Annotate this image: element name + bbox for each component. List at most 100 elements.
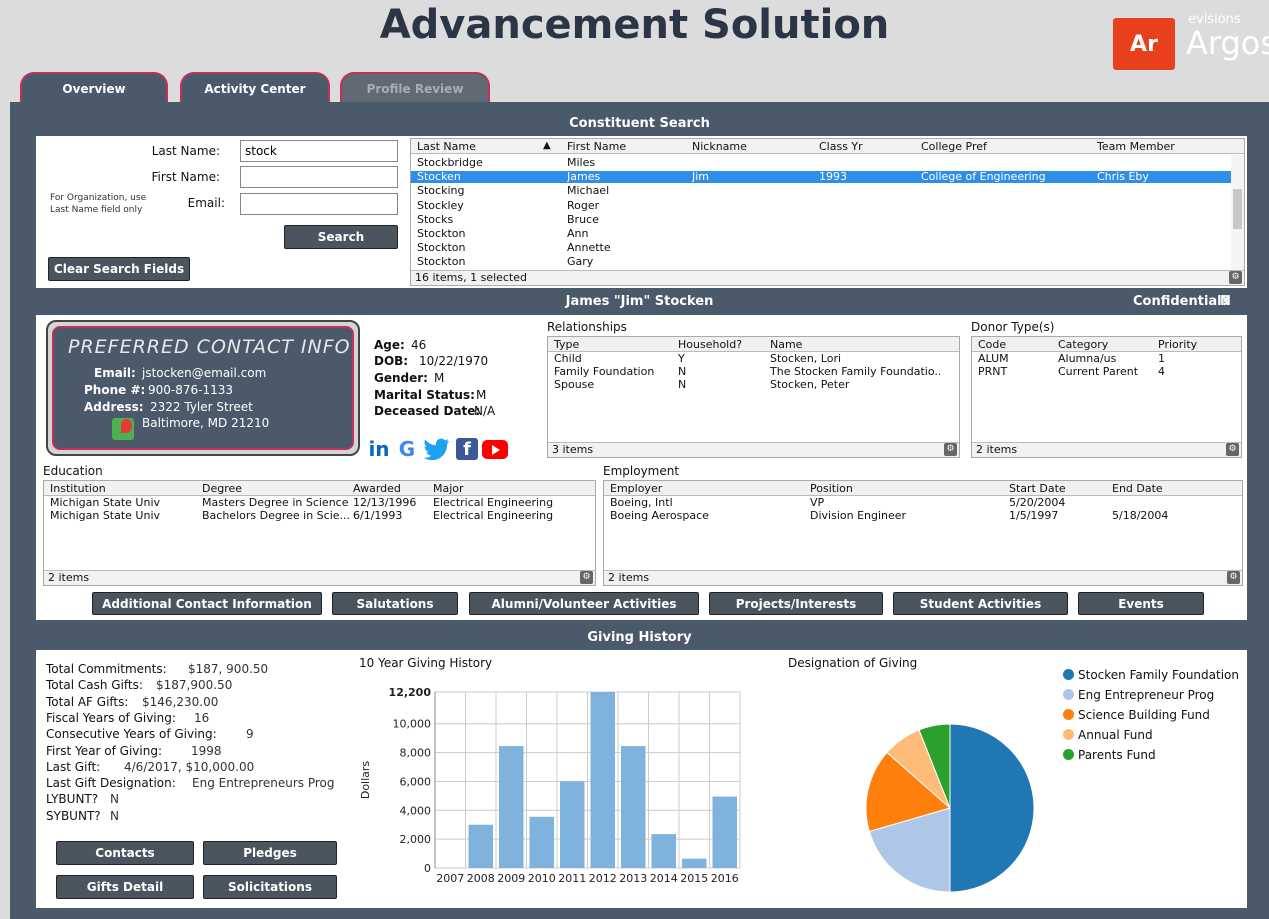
bar-2015[interactable] bbox=[682, 858, 707, 868]
employment-grid-header: Employer Position Start Date End Date bbox=[604, 481, 1242, 496]
tab-profile-review[interactable]: Profile Review bbox=[340, 72, 490, 104]
column-header-end-date[interactable]: End Date bbox=[1112, 482, 1163, 495]
column-header-last-name[interactable]: Last Name bbox=[417, 140, 476, 153]
map-pin-icon[interactable] bbox=[112, 418, 134, 440]
first-name-input[interactable] bbox=[240, 166, 398, 188]
pledges-button[interactable]: Pledges bbox=[203, 841, 337, 865]
bar-2010[interactable] bbox=[529, 816, 555, 868]
email-label-card: Email: bbox=[94, 366, 136, 380]
column-header-code[interactable]: Code bbox=[978, 338, 1006, 351]
column-header-college-pref[interactable]: College Pref bbox=[921, 140, 987, 153]
column-header-category[interactable]: Category bbox=[1058, 338, 1108, 351]
education-row[interactable]: Michigan State Univ Masters Degree in Sci… bbox=[44, 497, 595, 509]
bar-2011[interactable] bbox=[560, 781, 585, 868]
legend-item[interactable]: Annual Fund bbox=[1063, 728, 1153, 742]
solicitations-button[interactable]: Solicitations bbox=[203, 875, 337, 899]
donor-type-cell: Alumna/us bbox=[1058, 353, 1117, 365]
result-row[interactable]: Stocking Michael bbox=[411, 185, 1244, 197]
legend-item[interactable]: Eng Entrepreneur Prog bbox=[1063, 688, 1214, 702]
bar-2016[interactable] bbox=[712, 796, 738, 868]
last-name-input[interactable] bbox=[240, 140, 398, 162]
legend-item[interactable]: Parents Fund bbox=[1063, 748, 1156, 762]
result-row[interactable]: Stockley Roger bbox=[411, 200, 1244, 212]
projects-interests-button[interactable]: Projects/Interests bbox=[709, 592, 883, 615]
donor-types-grid-header: Code Category Priority bbox=[972, 337, 1241, 352]
alumni-volunteer-activities-button[interactable]: Alumni/Volunteer Activities bbox=[469, 592, 699, 615]
legend-item[interactable]: Stocken Family Foundation bbox=[1063, 668, 1239, 682]
result-row[interactable]: Stockton Annette bbox=[411, 242, 1244, 254]
result-cell: Bruce bbox=[567, 213, 599, 226]
result-row[interactable]: Stockbridge Miles bbox=[411, 157, 1244, 169]
facebook-icon[interactable]: f bbox=[454, 437, 480, 461]
column-header-first-name[interactable]: First Name bbox=[567, 140, 626, 153]
column-header-nickname[interactable]: Nickname bbox=[692, 140, 747, 153]
bar-2012[interactable] bbox=[590, 692, 616, 868]
employment-title: Employment bbox=[603, 464, 680, 478]
tab-activity-center[interactable]: Activity Center bbox=[180, 72, 330, 104]
gear-icon[interactable]: ⚙ bbox=[944, 443, 957, 456]
column-header-household[interactable]: Household? bbox=[678, 338, 742, 351]
result-cell: Stocken bbox=[417, 171, 461, 184]
gear-icon[interactable]: ⚙ bbox=[1226, 443, 1239, 456]
relationship-row[interactable]: Spouse N Stocken, Peter bbox=[548, 379, 959, 391]
education-row[interactable]: Michigan State Univ Bachelors Degree in S… bbox=[44, 510, 595, 522]
education-grid: Institution Degree Awarded Major Michiga… bbox=[43, 480, 596, 586]
age-label: Age: bbox=[374, 338, 405, 352]
relationship-row[interactable]: Family Foundation N The Stocken Family Fou… bbox=[548, 366, 959, 378]
donor-type-row[interactable]: ALUM Alumna/us 1 bbox=[972, 353, 1241, 365]
results-scrollbar[interactable] bbox=[1231, 155, 1244, 271]
column-header-position[interactable]: Position bbox=[810, 482, 853, 495]
legend-item[interactable]: Science Building Fund bbox=[1063, 708, 1210, 722]
contact-email[interactable]: jstocken@email.com bbox=[142, 366, 266, 380]
column-header-awarded[interactable]: Awarded bbox=[353, 482, 401, 495]
tab-overview[interactable]: Overview bbox=[20, 72, 168, 104]
column-header-employer[interactable]: Employer bbox=[610, 482, 662, 495]
pie-slice[interactable] bbox=[949, 723, 1035, 893]
result-row[interactable]: Stockton Gary bbox=[411, 256, 1244, 268]
gear-icon[interactable]: ⚙ bbox=[1229, 271, 1242, 284]
column-header-start-date[interactable]: Start Date bbox=[1009, 482, 1066, 495]
events-button[interactable]: Events bbox=[1078, 592, 1204, 615]
education-cell: Michigan State Univ bbox=[50, 497, 161, 509]
bar-2013[interactable] bbox=[621, 746, 646, 868]
bar-2009[interactable] bbox=[499, 746, 524, 868]
giving-stat-value: N bbox=[110, 808, 119, 823]
column-header-name[interactable]: Name bbox=[770, 338, 802, 351]
column-header-priority[interactable]: Priority bbox=[1158, 338, 1197, 351]
gear-icon[interactable]: ⚙ bbox=[580, 571, 593, 584]
additional-contact-info-button[interactable]: Additional Contact Information bbox=[92, 592, 322, 615]
employment-row[interactable]: Boeing, Intl VP 5/20/2004 bbox=[604, 497, 1242, 509]
student-activities-button[interactable]: Student Activities bbox=[893, 592, 1068, 615]
search-button[interactable]: Search bbox=[284, 225, 398, 249]
result-row[interactable]: Stocks Bruce bbox=[411, 214, 1244, 226]
column-header-team-member[interactable]: Team Member bbox=[1097, 140, 1175, 153]
twitter-icon[interactable] bbox=[424, 437, 450, 461]
employment-footer: 2 items bbox=[604, 570, 1242, 585]
column-header-class-yr[interactable]: Class Yr bbox=[819, 140, 863, 153]
result-row[interactable]: Stockton Ann bbox=[411, 228, 1244, 240]
column-header-major[interactable]: Major bbox=[433, 482, 464, 495]
youtube-icon[interactable] bbox=[482, 437, 508, 461]
bar-2014[interactable] bbox=[651, 834, 677, 868]
column-header-type[interactable]: Type bbox=[554, 338, 579, 351]
bar-2008[interactable] bbox=[468, 824, 494, 868]
gifts-detail-button[interactable]: Gifts Detail bbox=[56, 875, 194, 899]
result-row[interactable]: Stocken James Jim 1993 College of Engineerin… bbox=[411, 171, 1244, 184]
salutations-button[interactable]: Salutations bbox=[332, 592, 458, 615]
column-header-degree[interactable]: Degree bbox=[202, 482, 242, 495]
scrollbar-thumb[interactable] bbox=[1233, 189, 1242, 229]
contacts-button[interactable]: Contacts bbox=[56, 841, 194, 865]
relationship-row[interactable]: Child Y Stocken, Lori bbox=[548, 353, 959, 365]
linkedin-icon[interactable]: in bbox=[366, 437, 392, 461]
legend-swatch bbox=[1063, 749, 1074, 760]
deceased-date-label: Deceased Date: bbox=[374, 404, 481, 418]
sort-ascending-icon[interactable]: ▲ bbox=[543, 140, 551, 151]
email-input[interactable] bbox=[240, 193, 398, 215]
column-header-institution[interactable]: Institution bbox=[50, 482, 106, 495]
clear-search-fields-button[interactable]: Clear Search Fields bbox=[48, 257, 190, 281]
gear-icon[interactable]: ⚙ bbox=[1227, 571, 1240, 584]
donor-type-row[interactable]: PRNT Current Parent 4 bbox=[972, 366, 1241, 378]
relationship-cell: Stocken, Lori bbox=[770, 353, 842, 365]
google-icon[interactable]: G bbox=[394, 437, 420, 461]
employment-row[interactable]: Boeing Aerospace Division Engineer 1/5/199… bbox=[604, 510, 1242, 522]
